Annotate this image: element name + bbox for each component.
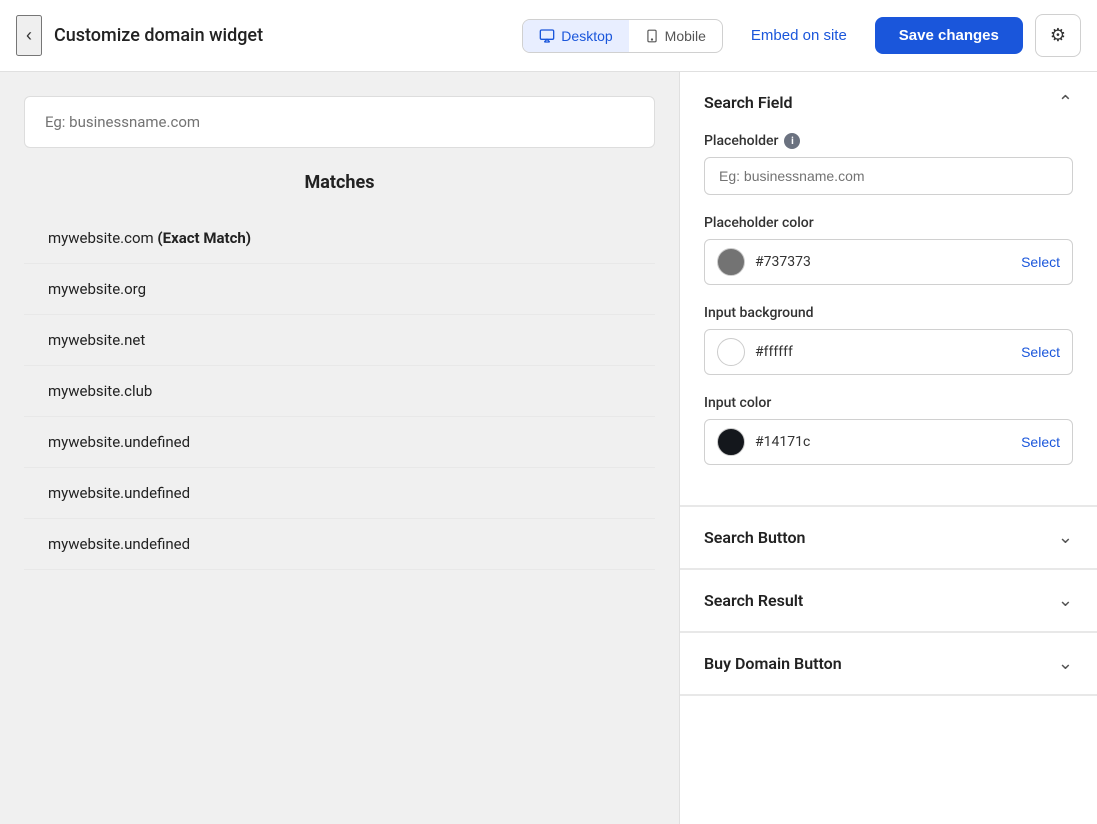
- embed-on-site-button[interactable]: Embed on site: [735, 19, 863, 52]
- buy-domain-title: Buy Domain Button: [704, 654, 842, 673]
- view-toggle: Desktop Mobile: [522, 19, 723, 53]
- input-bg-color-row: #ffffff Select: [704, 329, 1073, 375]
- main-layout: Eg: businessname.com Matches mywebsite.c…: [0, 72, 1097, 824]
- buy-domain-section: Buy Domain Button ⌄: [680, 633, 1097, 696]
- preview-area: Eg: businessname.com Matches mywebsite.c…: [0, 72, 679, 824]
- placeholder-color-select-button[interactable]: Select: [1021, 254, 1060, 270]
- placeholder-input[interactable]: [704, 157, 1073, 195]
- input-bg-color-value: #ffffff: [755, 344, 1021, 360]
- list-item: mywebsite.com (Exact Match): [24, 213, 655, 264]
- back-button[interactable]: ‹: [16, 15, 42, 56]
- mobile-label: Mobile: [665, 28, 706, 44]
- search-button-header[interactable]: Search Button ⌄: [680, 507, 1097, 569]
- placeholder-color-swatch: [717, 248, 745, 276]
- search-button-section: Search Button ⌄: [680, 507, 1097, 570]
- placeholder-group: Placeholder i: [704, 133, 1073, 195]
- search-field-section: Search Field ⌃ Placeholder i Placeholder…: [680, 72, 1097, 507]
- input-color-group: Input color #14171c Select: [704, 395, 1073, 465]
- placeholder-color-value: #737373: [755, 254, 1021, 270]
- list-item: mywebsite.org: [24, 264, 655, 315]
- settings-gear-button[interactable]: ⚙: [1035, 14, 1081, 57]
- list-item: mywebsite.undefined: [24, 468, 655, 519]
- placeholder-color-row: #737373 Select: [704, 239, 1073, 285]
- search-result-title: Search Result: [704, 591, 803, 610]
- matches-title: Matches: [24, 172, 655, 193]
- search-preview-input: Eg: businessname.com: [24, 96, 655, 148]
- input-color-color-row: #14171c Select: [704, 419, 1073, 465]
- input-bg-group: Input background #ffffff Select: [704, 305, 1073, 375]
- mobile-view-button[interactable]: Mobile: [629, 20, 722, 52]
- buy-domain-chevron-down-icon: ⌄: [1058, 653, 1073, 674]
- input-bg-color-swatch: [717, 338, 745, 366]
- matches-section: Matches mywebsite.com (Exact Match)myweb…: [24, 172, 655, 570]
- input-color-label: Input color: [704, 395, 1073, 411]
- search-input-placeholder: Eg: businessname.com: [45, 113, 200, 131]
- mobile-icon: [645, 28, 659, 44]
- search-field-header[interactable]: Search Field ⌃: [680, 72, 1097, 133]
- right-panel: Search Field ⌃ Placeholder i Placeholder…: [679, 72, 1097, 824]
- input-color-value: #14171c: [755, 434, 1021, 450]
- desktop-label: Desktop: [561, 28, 612, 44]
- search-field-title: Search Field: [704, 93, 793, 112]
- search-button-title: Search Button: [704, 528, 805, 547]
- search-result-header[interactable]: Search Result ⌄: [680, 570, 1097, 632]
- placeholder-label: Placeholder i: [704, 133, 1073, 149]
- placeholder-color-group: Placeholder color #737373 Select: [704, 215, 1073, 285]
- save-changes-button[interactable]: Save changes: [875, 17, 1023, 54]
- input-color-swatch: [717, 428, 745, 456]
- list-item: mywebsite.net: [24, 315, 655, 366]
- search-button-chevron-down-icon: ⌄: [1058, 527, 1073, 548]
- search-field-content: Placeholder i Placeholder color #737373 …: [680, 133, 1097, 506]
- domain-list: mywebsite.com (Exact Match)mywebsite.org…: [24, 213, 655, 570]
- desktop-icon: [539, 28, 555, 44]
- buy-domain-header[interactable]: Buy Domain Button ⌄: [680, 633, 1097, 695]
- input-color-select-button[interactable]: Select: [1021, 434, 1060, 450]
- gear-icon: ⚙: [1050, 25, 1066, 45]
- search-result-chevron-down-icon: ⌄: [1058, 590, 1073, 611]
- placeholder-info-icon[interactable]: i: [784, 133, 800, 149]
- page-title: Customize domain widget: [54, 25, 510, 46]
- input-bg-label: Input background: [704, 305, 1073, 321]
- header: ‹ Customize domain widget Desktop Mobile…: [0, 0, 1097, 72]
- search-field-chevron-up-icon: ⌃: [1058, 92, 1073, 113]
- list-item: mywebsite.club: [24, 366, 655, 417]
- placeholder-color-label: Placeholder color: [704, 215, 1073, 231]
- search-result-section: Search Result ⌄: [680, 570, 1097, 633]
- input-bg-select-button[interactable]: Select: [1021, 344, 1060, 360]
- list-item: mywebsite.undefined: [24, 519, 655, 570]
- desktop-view-button[interactable]: Desktop: [523, 20, 628, 52]
- list-item: mywebsite.undefined: [24, 417, 655, 468]
